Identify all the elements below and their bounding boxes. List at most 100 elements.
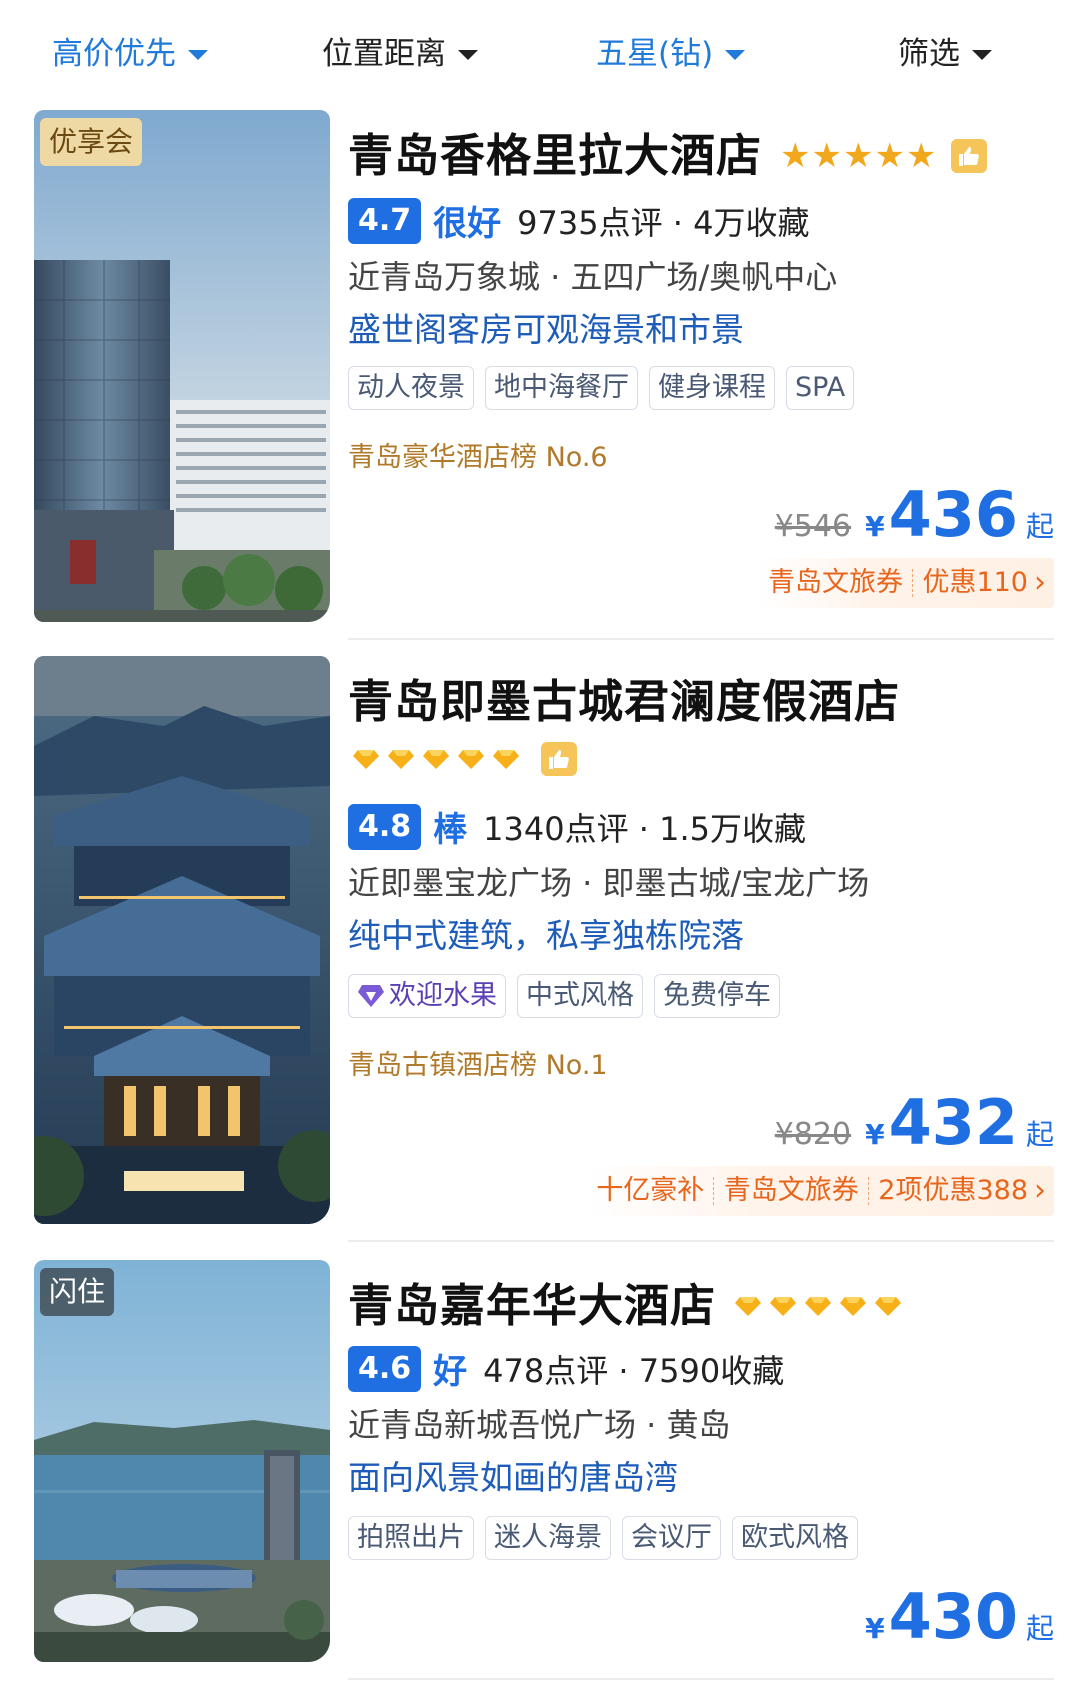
caret-down-icon bbox=[972, 50, 992, 60]
promo-strip[interactable]: 青岛文旅券 优惠110 › bbox=[757, 558, 1054, 608]
diamond-icon bbox=[839, 1296, 867, 1317]
diamond-icon bbox=[387, 749, 415, 770]
review-count[interactable]: 1340点评 · 1.5万收藏 bbox=[483, 804, 806, 850]
feature-tag: 健身课程 bbox=[649, 366, 775, 410]
diamond-icon bbox=[457, 749, 485, 770]
promo-label: 2项优惠388 bbox=[878, 1175, 1028, 1206]
review-score: 4.7 bbox=[348, 197, 422, 244]
star-icon: ★ bbox=[905, 136, 937, 176]
diamond-icon bbox=[734, 1296, 762, 1317]
hotel-name[interactable]: 青岛嘉年华大酒店 bbox=[348, 1274, 716, 1338]
caret-down-icon bbox=[458, 50, 478, 60]
card-divider bbox=[348, 1240, 1054, 1242]
review-count[interactable]: 478点评 · 7590收藏 bbox=[483, 1346, 784, 1392]
promo-label: 青岛文旅券 bbox=[723, 1175, 859, 1206]
promo-divider bbox=[911, 569, 914, 597]
review-count[interactable]: 9735点评 · 4万收藏 bbox=[517, 198, 809, 244]
promo-label: 青岛文旅券 bbox=[767, 567, 903, 598]
promo-divider bbox=[713, 1177, 715, 1205]
hotel-name[interactable]: 青岛即墨古城君澜度假酒店 bbox=[348, 670, 900, 734]
filter-more[interactable]: 筛选 bbox=[898, 32, 992, 76]
thumbs-up-icon bbox=[541, 742, 577, 776]
feature-tag: SPA bbox=[786, 366, 855, 410]
diamond-icon bbox=[769, 1296, 797, 1317]
card-divider bbox=[348, 1678, 1054, 1680]
diamond-icon bbox=[804, 1296, 832, 1317]
feature-tag: 免费停车 bbox=[654, 974, 780, 1018]
feature-tag: 迷人海景 bbox=[485, 1516, 611, 1560]
hotel-highlight: 盛世阁客房可观海景和市景 bbox=[348, 310, 744, 349]
price-block: ¥546 ¥ 436 起 bbox=[775, 480, 1054, 550]
promo-label: 优惠110 bbox=[922, 567, 1028, 598]
currency-symbol: ¥ bbox=[865, 1118, 885, 1151]
feature-tag-label: 欢迎水果 bbox=[389, 980, 497, 1011]
tag-list: 欢迎水果 中式风格 免费停车 bbox=[348, 974, 791, 1018]
hotel-location: 近青岛万象城 · 五四广场/奥帆中心 bbox=[348, 258, 838, 296]
diamond-rating bbox=[734, 1296, 909, 1317]
tag-list: 动人夜景 地中海餐厅 健身课程 SPA bbox=[348, 366, 865, 410]
promo-strip[interactable]: 十亿豪补 青岛文旅券 2项优惠388 › bbox=[586, 1166, 1054, 1216]
feature-tag: 中式风格 bbox=[517, 974, 643, 1018]
feature-tag: 欢迎水果 bbox=[348, 974, 506, 1018]
feature-tag: 会议厅 bbox=[622, 1516, 721, 1560]
hotel-photo[interactable] bbox=[34, 656, 330, 1224]
hotel-highlight: 面向风景如画的唐岛湾 bbox=[348, 1458, 678, 1497]
review-score: 4.8 bbox=[348, 803, 422, 850]
diamond-icon bbox=[492, 749, 520, 770]
hotel-photo[interactable]: 闪住 bbox=[34, 1260, 330, 1662]
price-suffix: 起 bbox=[1025, 1118, 1054, 1151]
card-divider bbox=[348, 638, 1054, 640]
hotel-photo[interactable]: 优享会 bbox=[34, 110, 330, 622]
price-block: ¥820 ¥ 432 起 bbox=[775, 1088, 1054, 1158]
feature-tag: 动人夜景 bbox=[348, 366, 474, 410]
current-price: 436 bbox=[888, 478, 1018, 551]
filter-sort-price[interactable]: 高价优先 bbox=[52, 32, 208, 76]
diamond-icon bbox=[874, 1296, 902, 1317]
feature-tag: 地中海餐厅 bbox=[485, 366, 638, 410]
star-icon: ★ bbox=[874, 136, 905, 176]
caret-down-icon bbox=[725, 50, 746, 60]
review-score-label: 棒 bbox=[433, 810, 468, 850]
currency-symbol: ¥ bbox=[865, 1612, 885, 1645]
ranking-label[interactable]: 青岛豪华酒店榜 No.6 bbox=[348, 438, 608, 478]
star-icon: ★ bbox=[780, 136, 811, 176]
filter-star-rating[interactable]: 五星(钻) bbox=[596, 32, 746, 76]
filter-label: 位置距离 bbox=[322, 36, 446, 72]
star-rating: ★ ★ ★ ★ ★ bbox=[780, 136, 937, 176]
hotel-location: 近即墨宝龙广场 · 即墨古城/宝龙广场 bbox=[348, 864, 870, 902]
price-suffix: 起 bbox=[1025, 510, 1054, 543]
filter-label: 五星(钻) bbox=[596, 36, 714, 72]
gem-icon bbox=[358, 985, 384, 1007]
diamond-icon bbox=[352, 749, 380, 770]
tag-list: 拍照出片 迷人海景 会议厅 欧式风格 bbox=[348, 1516, 869, 1560]
flash-stay-badge: 闪住 bbox=[40, 1268, 115, 1316]
original-price: ¥546 bbox=[774, 509, 852, 544]
price-block: ¥ 430 起 bbox=[865, 1582, 1054, 1652]
review-score: 4.6 bbox=[348, 1345, 422, 1392]
hotel-card[interactable]: 闪住 青岛嘉年华大酒店 4.6 好 478点评 · 7590收藏 近青岛新城吾悦… bbox=[0, 1260, 1080, 1670]
current-price: 430 bbox=[888, 1580, 1018, 1653]
filter-label: 高价优先 bbox=[52, 36, 176, 72]
chevron-right-icon: › bbox=[1034, 1173, 1046, 1208]
hotel-name[interactable]: 青岛香格里拉大酒店 bbox=[348, 124, 762, 188]
thumbs-up-icon bbox=[951, 139, 988, 173]
feature-tag: 拍照出片 bbox=[348, 1516, 474, 1560]
filter-bar: 高价优先 位置距离 五星(钻) 筛选 bbox=[0, 0, 1080, 106]
ranking-label[interactable]: 青岛古镇酒店榜 No.1 bbox=[348, 1046, 608, 1086]
hotel-card[interactable]: 优享会 青岛香格里拉大酒店 ★ ★ ★ ★ ★ 4.7 很好 9735点评 · … bbox=[0, 110, 1080, 640]
filter-label: 筛选 bbox=[898, 36, 960, 72]
promo-label: 十亿豪补 bbox=[596, 1175, 705, 1206]
star-icon: ★ bbox=[811, 136, 842, 176]
chevron-right-icon: › bbox=[1034, 565, 1046, 600]
hotel-info: 青岛即墨古城君澜度假酒店 4.8 棒 1340点评 · 1.5万收藏 近即墨宝龙… bbox=[348, 656, 1054, 1230]
filter-location-distance[interactable]: 位置距离 bbox=[322, 32, 478, 76]
hotel-card[interactable]: 青岛即墨古城君澜度假酒店 4.8 棒 1340点评 · 1.5万收藏 近即墨宝龙… bbox=[0, 656, 1080, 1242]
review-score-label: 很好 bbox=[433, 204, 502, 244]
current-price: 432 bbox=[888, 1086, 1018, 1159]
star-icon: ★ bbox=[842, 136, 874, 176]
original-price: ¥820 bbox=[774, 1117, 852, 1152]
feature-tag: 欧式风格 bbox=[732, 1516, 858, 1560]
hotel-info: 青岛香格里拉大酒店 ★ ★ ★ ★ ★ 4.7 很好 9735点评 · 4万收藏… bbox=[348, 110, 1054, 630]
review-score-label: 好 bbox=[433, 1352, 468, 1392]
promo-divider bbox=[867, 1177, 870, 1205]
